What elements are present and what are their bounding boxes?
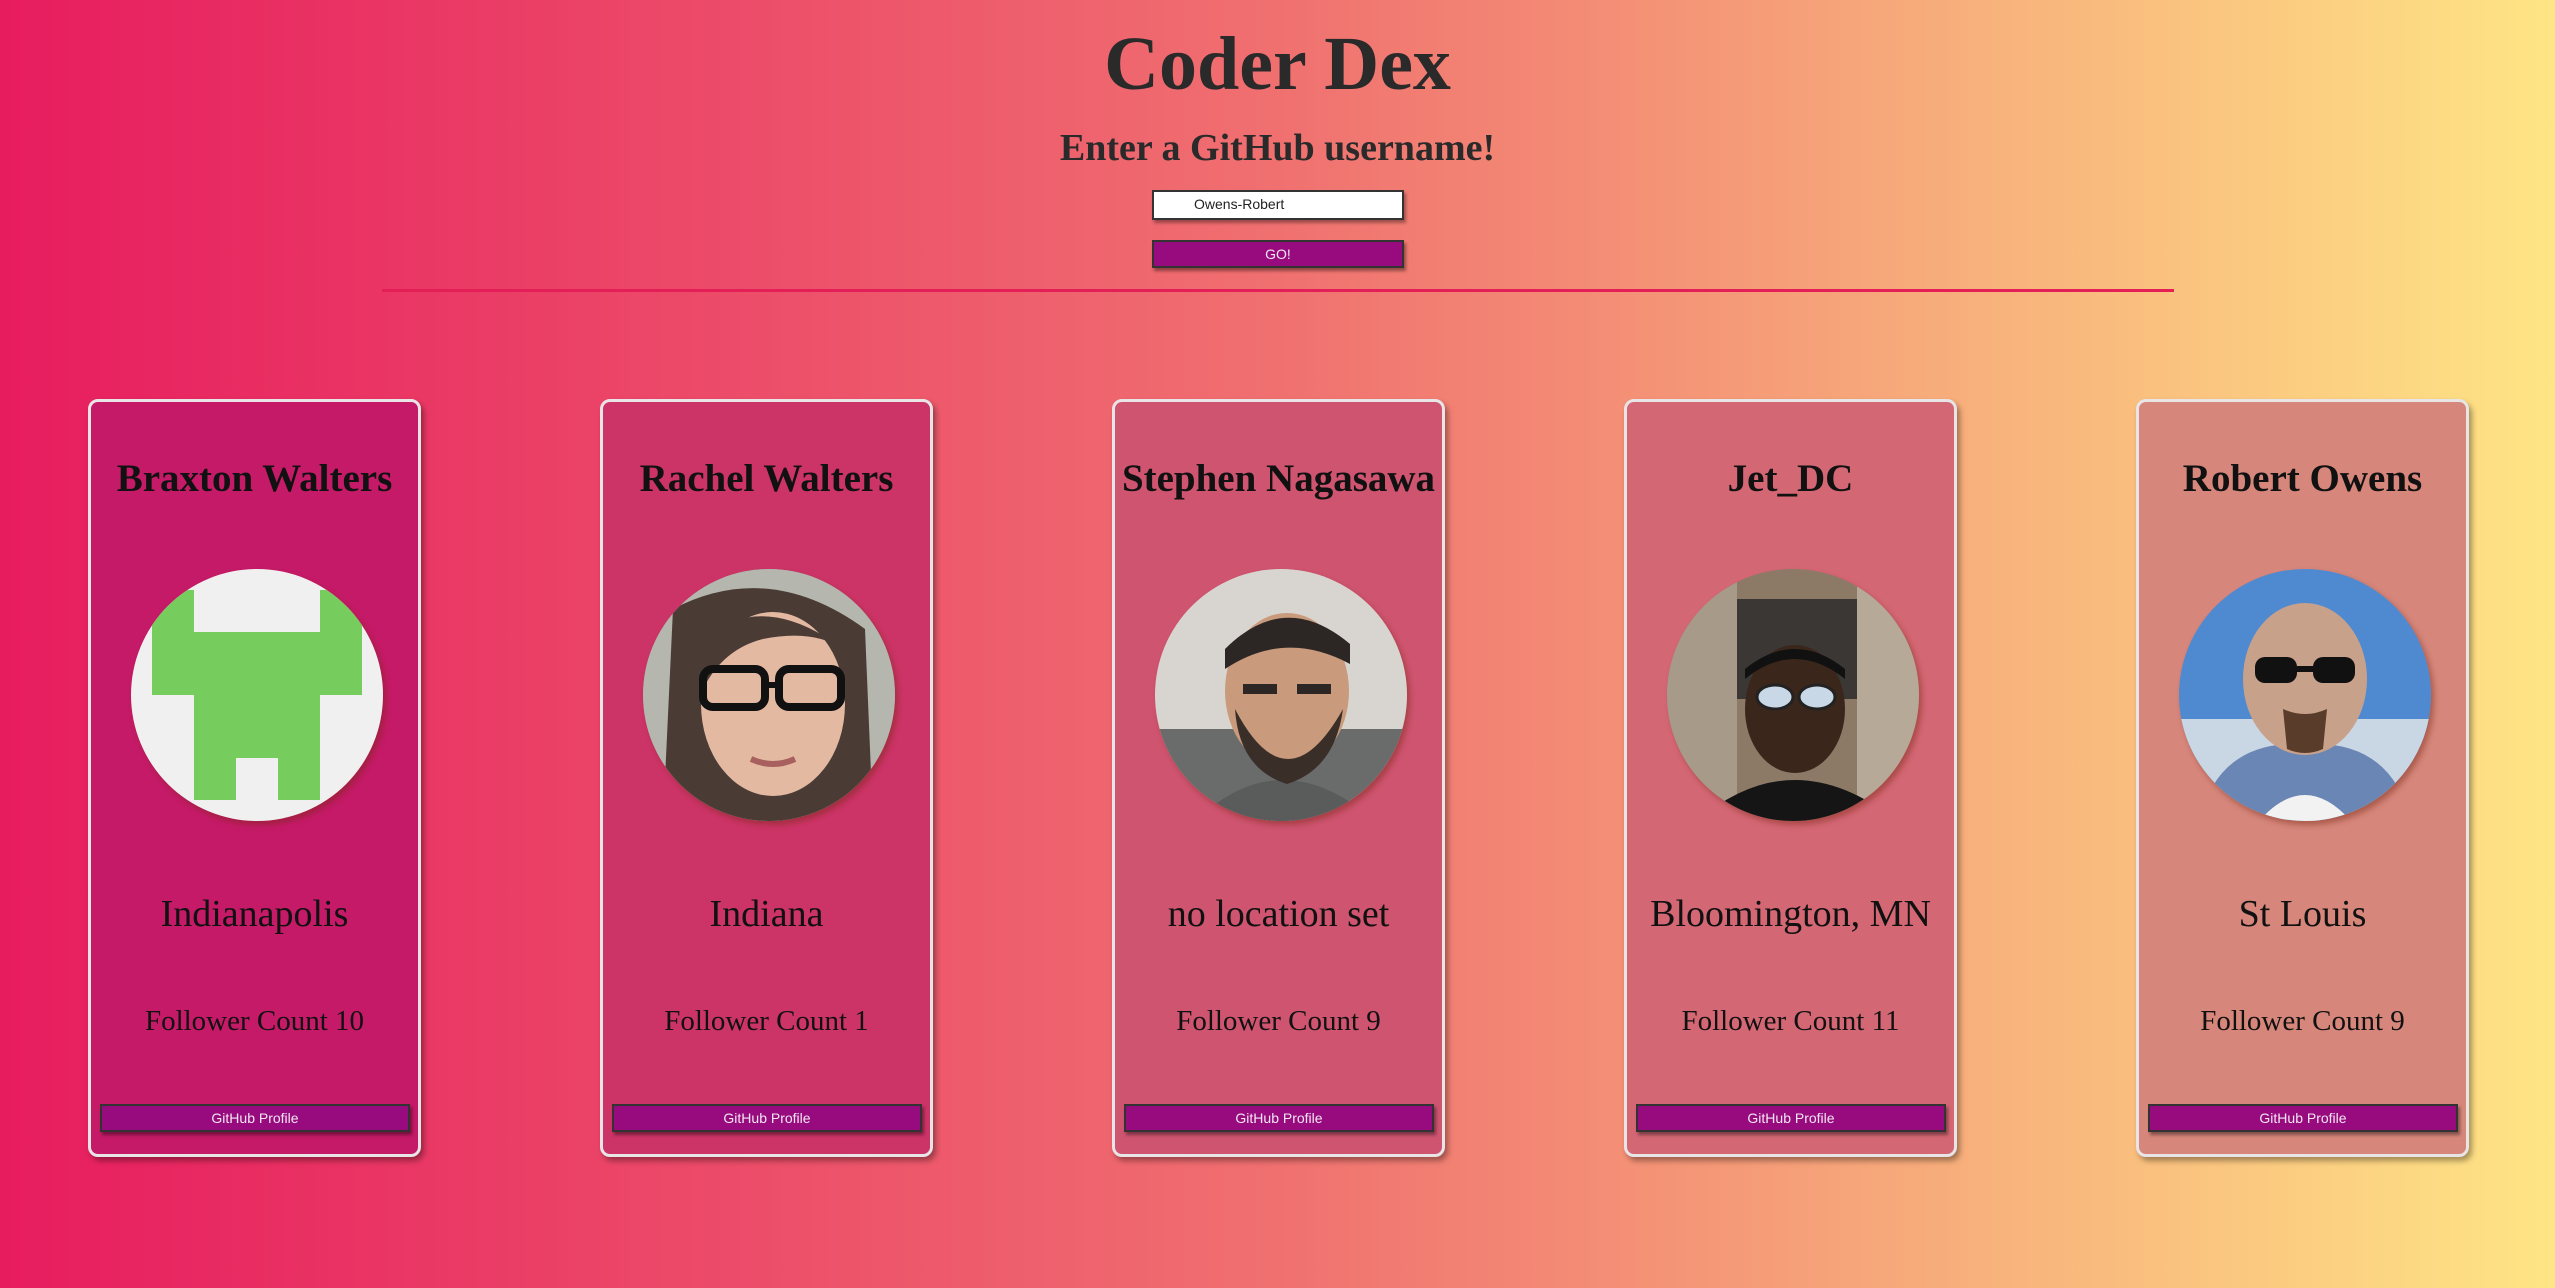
avatar-photo bbox=[643, 569, 895, 821]
follower-count: Follower Count 11 bbox=[1681, 1005, 1900, 1037]
user-name: Jet_DC bbox=[1727, 457, 1854, 500]
user-name: Robert Owens bbox=[2182, 457, 2423, 500]
go-button[interactable]: GO! bbox=[1152, 240, 1404, 268]
avatar-photo bbox=[1155, 569, 1407, 821]
identicon-avatar bbox=[131, 569, 383, 821]
avatar-photo bbox=[2179, 569, 2431, 821]
user-card: Stephen Nagasawa no location set Followe… bbox=[1112, 399, 1445, 1157]
github-profile-button[interactable]: GitHub Profile bbox=[1636, 1104, 1946, 1132]
user-location: St Louis bbox=[2238, 893, 2367, 935]
user-name: Braxton Walters bbox=[116, 457, 393, 500]
user-location: Indiana bbox=[709, 893, 824, 935]
username-input[interactable]: Owens-Robert bbox=[1152, 190, 1404, 220]
user-name: Rachel Walters bbox=[639, 457, 894, 500]
divider bbox=[382, 289, 2174, 292]
follower-count: Follower Count 1 bbox=[664, 1005, 869, 1037]
photo-avatar bbox=[2179, 569, 2431, 821]
photo-avatar bbox=[643, 569, 895, 821]
photo-avatar bbox=[1667, 569, 1919, 821]
identicon-image bbox=[131, 569, 383, 821]
page-subtitle: Enter a GitHub username! bbox=[1059, 127, 1496, 169]
follower-count: Follower Count 9 bbox=[1176, 1005, 1381, 1037]
page-title: Coder Dex bbox=[1104, 22, 1451, 106]
user-card: Braxton Walters Indianapolis Follower Co… bbox=[88, 399, 421, 1157]
follower-count: Follower Count 9 bbox=[2200, 1005, 2405, 1037]
github-profile-button[interactable]: GitHub Profile bbox=[612, 1104, 922, 1132]
github-profile-button[interactable]: GitHub Profile bbox=[1124, 1104, 1434, 1132]
follower-count: Follower Count 10 bbox=[144, 1005, 365, 1037]
user-location: no location set bbox=[1167, 893, 1390, 935]
user-card: Jet_DC Bloomington, MN Follower Count 11… bbox=[1624, 399, 1957, 1157]
avatar-photo bbox=[1667, 569, 1919, 821]
user-card: Robert Owens St Louis Follower Count 9 G… bbox=[2136, 399, 2469, 1157]
user-location: Bloomington, MN bbox=[1650, 893, 1931, 935]
github-profile-button[interactable]: GitHub Profile bbox=[100, 1104, 410, 1132]
photo-avatar bbox=[1155, 569, 1407, 821]
user-name: Stephen Nagasawa bbox=[1121, 457, 1436, 500]
user-location: Indianapolis bbox=[160, 893, 349, 935]
user-card: Rachel Walters Indiana Follower Count 1 … bbox=[600, 399, 933, 1157]
github-profile-button[interactable]: GitHub Profile bbox=[2148, 1104, 2458, 1132]
